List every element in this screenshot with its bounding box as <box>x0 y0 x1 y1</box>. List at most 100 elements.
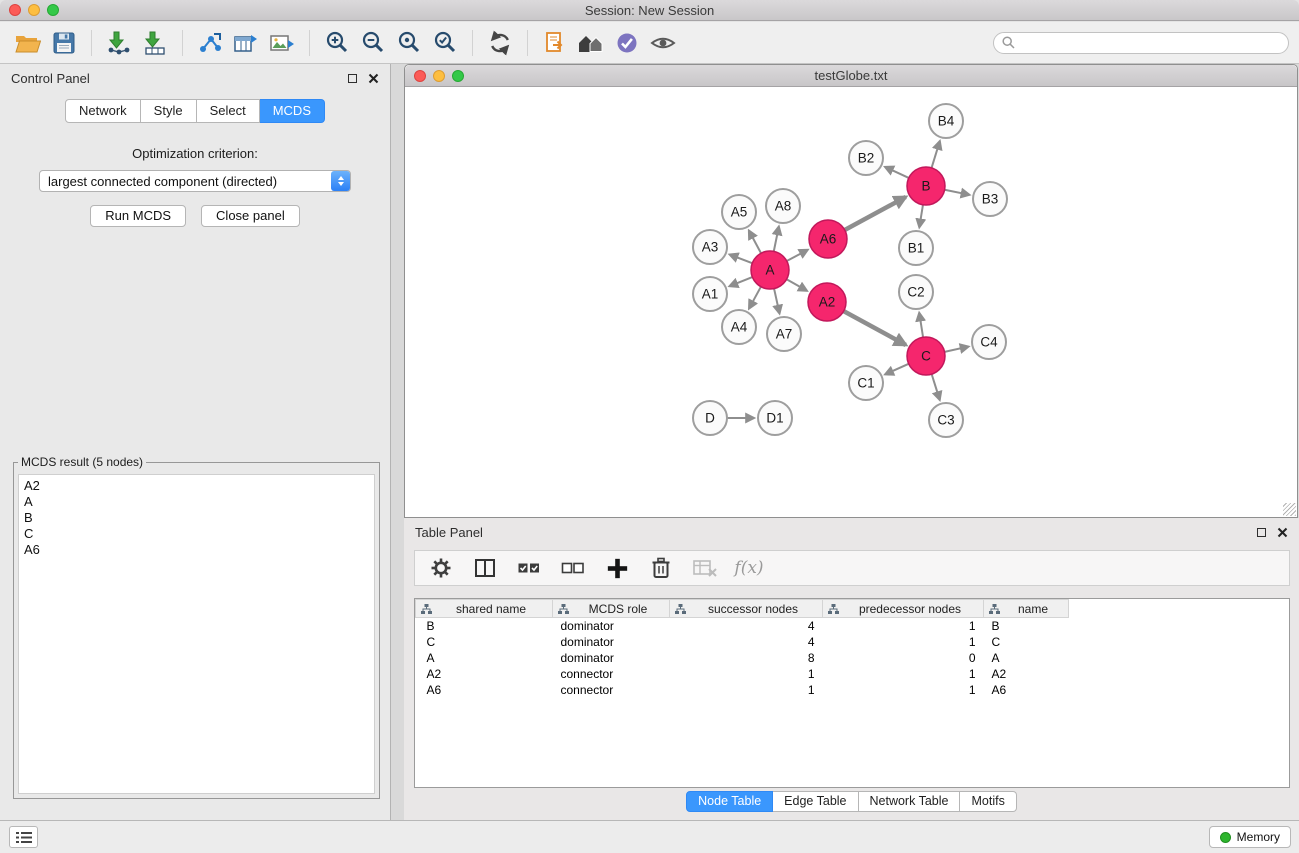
show-columns-button[interactable] <box>471 554 499 582</box>
zoom-selected-button[interactable] <box>427 26 463 60</box>
zoom-in-icon <box>325 30 350 55</box>
network-canvas[interactable]: B4B2BB3A5A8A6A3B1AC2A1A2A4A7C4CC1C3DD1 <box>405 87 1297 517</box>
column-header-name[interactable]: name <box>984 600 1069 618</box>
delete-column-button[interactable] <box>647 554 675 582</box>
edge-B-B1[interactable] <box>919 205 923 228</box>
table-row[interactable]: Adominator80A <box>416 650 1069 666</box>
export-network-button[interactable] <box>192 26 228 60</box>
gear-icon <box>429 556 453 580</box>
edge-B-B3[interactable] <box>945 190 970 195</box>
control-panel-title: Control Panel <box>11 71 90 86</box>
edge-B-B4[interactable] <box>932 141 940 168</box>
mcds-result-item[interactable]: C <box>24 526 369 542</box>
tab-node-table[interactable]: Node Table <box>686 791 773 812</box>
zoom-in-button[interactable] <box>319 26 355 60</box>
resize-grip[interactable] <box>1283 503 1296 516</box>
float-panel-icon[interactable] <box>348 74 357 83</box>
edge-C-C4[interactable] <box>945 347 969 352</box>
close-panel-icon[interactable] <box>368 73 379 84</box>
tab-mcds[interactable]: MCDS <box>260 99 325 123</box>
minimize-network-window-icon[interactable] <box>433 70 445 82</box>
zoom-out-button[interactable] <box>355 26 391 60</box>
memory-button[interactable]: Memory <box>1209 826 1291 848</box>
mcds-result-item[interactable]: B <box>24 510 369 526</box>
mcds-result-item[interactable]: A <box>24 494 369 510</box>
column-header-MCDS-role[interactable]: MCDS role <box>553 600 670 618</box>
import-network-from-file-button[interactable] <box>101 26 137 60</box>
edge-C-C3[interactable] <box>932 374 940 400</box>
table-cell: 4 <box>670 618 823 634</box>
application-window: Session: New Session <box>0 0 1299 853</box>
task-history-button[interactable] <box>9 826 38 848</box>
run-mcds-button[interactable]: Run MCDS <box>90 205 186 227</box>
column-header-shared-name[interactable]: shared name <box>416 600 553 618</box>
close-network-window-icon[interactable] <box>414 70 426 82</box>
zoom-window-icon[interactable] <box>47 4 59 16</box>
edge-A-A6[interactable] <box>787 250 808 261</box>
export-table-button[interactable] <box>228 26 264 60</box>
mcds-result-item[interactable]: A6 <box>24 542 369 558</box>
column-header-successor-nodes[interactable]: successor nodes <box>670 600 823 618</box>
edge-C-C1[interactable] <box>885 364 909 375</box>
zoom-network-window-icon[interactable] <box>452 70 464 82</box>
edge-A-A8[interactable] <box>774 227 779 252</box>
table-cell: 1 <box>670 666 823 682</box>
table-row[interactable]: Cdominator41C <box>416 634 1069 650</box>
memory-label: Memory <box>1237 830 1280 844</box>
import-network-file-icon <box>106 31 132 55</box>
delete-table-button[interactable] <box>691 554 719 582</box>
close-window-icon[interactable] <box>9 4 21 16</box>
refresh-button[interactable] <box>482 26 518 60</box>
minimize-window-icon[interactable] <box>28 4 40 16</box>
tab-select[interactable]: Select <box>197 99 260 123</box>
zoom-selected-icon <box>433 30 458 55</box>
node-label-A8: A8 <box>775 199 792 214</box>
unselect-all-columns-button[interactable] <box>559 554 587 582</box>
edge-A-A2[interactable] <box>787 279 807 290</box>
table-row[interactable]: A2connector11A2 <box>416 666 1069 682</box>
table-row[interactable]: Bdominator41B <box>416 618 1069 634</box>
main-toolbar <box>0 22 1299 64</box>
mcds-result-item[interactable]: A2 <box>24 478 369 494</box>
export-image-button[interactable] <box>264 26 300 60</box>
select-all-columns-button[interactable] <box>515 554 543 582</box>
import-table-from-file-button[interactable] <box>137 26 173 60</box>
save-session-button[interactable] <box>46 26 82 60</box>
edge-A2-C[interactable] <box>844 311 906 345</box>
home-button[interactable] <box>573 26 609 60</box>
edge-B-B2[interactable] <box>885 167 909 178</box>
search-input[interactable] <box>1020 36 1280 50</box>
close-panel-button[interactable]: Close panel <box>201 205 300 227</box>
edge-A-A5[interactable] <box>749 231 761 254</box>
create-column-button[interactable] <box>603 554 631 582</box>
export-document-button[interactable] <box>537 26 573 60</box>
apply-style-button[interactable] <box>609 26 645 60</box>
edge-A-A4[interactable] <box>749 287 761 309</box>
table-row[interactable]: A6connector11A6 <box>416 682 1069 698</box>
table-cell: 1 <box>823 634 984 650</box>
tab-style[interactable]: Style <box>141 99 197 123</box>
edge-A6-B[interactable] <box>845 197 906 230</box>
control-panel-tabs: NetworkStyleSelectMCDS <box>0 99 390 123</box>
tab-network[interactable]: Network <box>65 99 141 123</box>
tab-edge-table[interactable]: Edge Table <box>773 791 858 812</box>
tab-motifs[interactable]: Motifs <box>960 791 1016 812</box>
column-header-predecessor-nodes[interactable]: predecessor nodes <box>823 600 984 618</box>
open-file-button[interactable] <box>10 26 46 60</box>
edge-A-A1[interactable] <box>729 277 752 286</box>
edge-A-A3[interactable] <box>730 255 753 264</box>
tab-network-table[interactable]: Network Table <box>859 791 961 812</box>
edge-C-C2[interactable] <box>919 313 923 337</box>
mcds-result-list[interactable]: A2ABCA6 <box>18 474 375 794</box>
edge-A-A7[interactable] <box>774 289 779 314</box>
search-field[interactable] <box>993 32 1289 54</box>
float-table-panel-icon[interactable] <box>1257 528 1266 537</box>
close-table-panel-icon[interactable] <box>1277 527 1288 538</box>
function-builder-button[interactable]: f(x) <box>735 554 763 582</box>
show-graphics-details-button[interactable] <box>645 26 681 60</box>
criterion-dropdown[interactable]: largest connected component (directed) <box>39 170 351 192</box>
table-settings-button[interactable] <box>427 554 455 582</box>
table-cell: 1 <box>823 618 984 634</box>
network-graph[interactable]: B4B2BB3A5A8A6A3B1AC2A1A2A4A7C4CC1C3DD1 <box>405 87 1297 517</box>
zoom-fit-button[interactable] <box>391 26 427 60</box>
